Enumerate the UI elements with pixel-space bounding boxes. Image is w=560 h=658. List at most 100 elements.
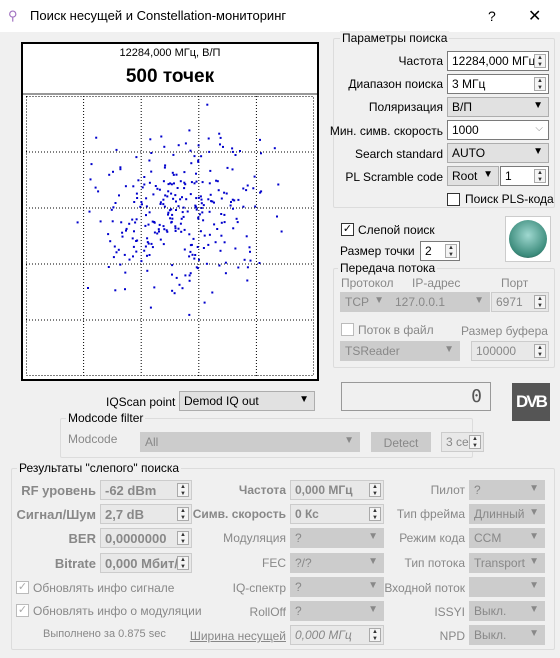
constellation-point [181,196,183,199]
proto-select[interactable]: TCP ▼ [340,292,390,312]
modcode-label: Modcode [68,432,118,446]
constellation-point [208,210,211,213]
pls-search-checkbox[interactable] [447,193,460,206]
constellation-point [174,227,177,230]
reader-select[interactable]: TSReader ▼ [340,341,460,361]
res-sr-label: Симв. скорость [192,507,286,521]
mod-select[interactable]: ? ▼ [290,528,384,548]
constellation-point [165,229,168,232]
bitrate-value: 0,000 Мбит/с ▲ ▼ [100,553,192,573]
constellation-point [94,186,97,189]
constellation-point [224,272,227,275]
stream-type-select[interactable]: Transport ▼ [469,553,545,573]
iq-spectrum-label: IQ-спектр [232,581,286,595]
constellation-point [124,185,127,188]
constellation-point [109,240,112,243]
update-mod-checkbox[interactable]: ✓ [16,604,29,617]
constellation-point [186,210,189,213]
constellation-point [225,192,228,195]
input-stream-label: Входной поток [384,581,465,595]
modcode-select[interactable]: All ▼ [140,432,360,452]
constellation-point [194,206,197,209]
constellation-point [115,148,118,151]
stream-to-file-checkbox[interactable] [341,323,354,336]
ip-select[interactable]: 127.0.0.1 ▼ [390,292,490,312]
constellation-point [203,301,206,304]
constellation-point [181,211,184,214]
constellation-point [151,246,154,249]
constellation-point [280,230,283,233]
pol-select[interactable]: В/П ▼ [447,97,549,117]
constellation-point [175,173,178,176]
range-input[interactable]: 3 МГц ▲ ▼ [447,74,549,94]
npd-label: NPD [439,629,465,643]
iq-spectrum-select[interactable]: ? ▼ [290,577,384,597]
fec-select[interactable]: ?/? ▼ [290,553,384,573]
constellation-point [128,222,131,225]
constellation-point [162,198,165,201]
constellation-point [125,229,127,232]
constellation-point [164,194,167,197]
blind-search-checkbox[interactable]: ✓ [341,223,354,236]
frame-select[interactable]: Длинный ▼ [469,504,545,524]
carrier-width-link[interactable]: Ширина несущей [190,629,286,643]
constellation-point [216,180,219,183]
close-button[interactable]: ✕ [528,6,541,26]
npd-select[interactable]: Выкл. ▼ [469,625,545,645]
dot-size-input[interactable]: 2 ▲ ▼ [420,241,460,261]
code-mode-select[interactable]: CCM ▼ [469,528,545,548]
detect-button[interactable]: Detect [371,432,431,452]
constellation-point [159,238,162,241]
constellation-point [231,150,234,153]
rolloff-select[interactable]: ? ▼ [290,601,384,621]
constellation-point [174,225,177,228]
issyi-label: ISSYI [434,605,465,619]
constellation-point [189,250,192,253]
issyi-select[interactable]: Выкл. ▼ [469,601,545,621]
detect-time-input[interactable]: 3 сек ▲ ▼ [441,432,484,452]
constellation-point [146,254,148,257]
constellation-point [108,173,111,176]
constellation-point [177,205,180,208]
freq-input[interactable]: 12284,000 МГц ▲ ▼ [447,51,549,71]
constellation-point [229,204,232,207]
ber-value: 0,0000000 ▲ ▼ [100,528,192,548]
constellation-point [141,186,144,189]
constellation-point [131,218,134,221]
stream-group-title: Передача потока [338,261,438,275]
constellation-point [213,223,216,226]
constellation-point [232,207,234,210]
stream-type-label: Тип потока [404,556,465,570]
constellation-point [147,223,150,226]
iqscan-select[interactable]: Demod IQ out ▼ [179,391,315,411]
constellation-point [179,222,182,225]
constellation-point [235,217,238,220]
constellation-point [132,255,134,258]
std-select[interactable]: AUTO ▼ [447,143,549,163]
constellation-point [254,205,257,208]
constellation-point [195,266,198,269]
fec-label: FEC [262,556,286,570]
constellation-point [201,211,204,214]
constellation-point [218,132,221,135]
buffer-input[interactable]: 100000 ▲ ▼ [471,341,549,361]
constellation-point [123,253,126,256]
constellation-point [199,195,202,198]
pls-value-input[interactable]: 1 ▲ ▼ [500,166,549,186]
pls-search-label: Поиск PLS-кода [465,192,554,206]
minsr-select[interactable]: 1000 ⌵ [447,120,549,140]
help-button[interactable]: ? [488,8,496,24]
constellation-point [223,213,226,216]
plot-header: 12284,000 МГц, В/П [119,47,221,59]
constellation-point [182,215,185,218]
port-input[interactable]: 6971 ▲ ▼ [491,292,549,312]
constellation-point [203,234,206,237]
pilot-select[interactable]: ? ▼ [469,480,545,500]
pls-mode-select[interactable]: Root ▼ [447,166,499,186]
constellation-point [173,182,175,185]
constellation-point [162,180,165,183]
constellation-point [194,204,197,207]
constellation-point [112,206,115,209]
update-signal-checkbox[interactable]: ✓ [16,581,29,594]
input-stream-select[interactable]: ▼ [469,577,545,597]
